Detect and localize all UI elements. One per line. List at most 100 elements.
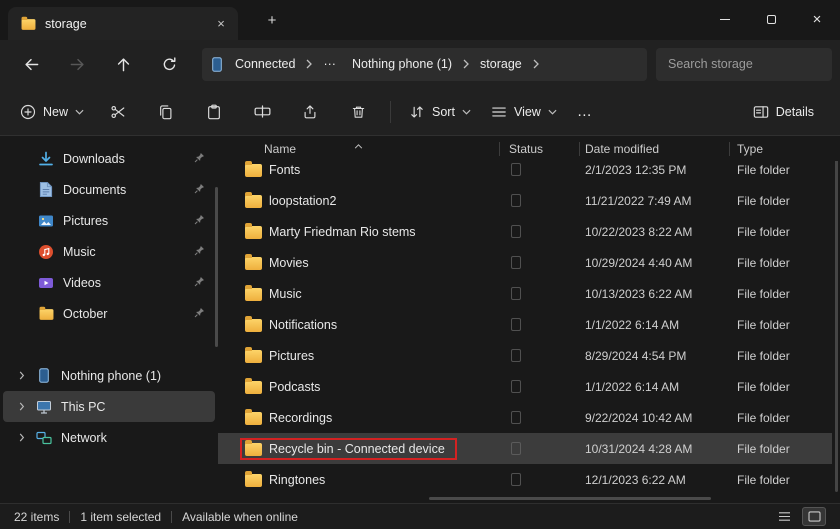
details-view-button[interactable] <box>772 507 796 526</box>
file-type: File folder <box>729 194 832 208</box>
maximize-button[interactable] <box>748 0 794 38</box>
up-button[interactable] <box>104 47 142 81</box>
sidebar-item-documents[interactable]: Documents <box>3 174 215 205</box>
selected-file-row[interactable]: Recycle bin - Connected device 10/31/202… <box>218 433 832 464</box>
more-options-button[interactable]: … <box>567 95 603 129</box>
copy-button[interactable] <box>144 95 188 129</box>
file-row[interactable]: Ringtones 12/1/2023 6:22 AM File folder <box>218 464 832 495</box>
folder-icon <box>245 474 262 487</box>
chevron-right-icon[interactable] <box>304 59 314 69</box>
file-status-cell <box>499 349 579 362</box>
file-row[interactable]: loopstation2 11/21/2022 7:49 AM File fol… <box>218 185 832 216</box>
pin-icon <box>194 307 205 321</box>
file-row[interactable]: Pictures 8/29/2024 4:54 PM File folder <box>218 340 832 371</box>
sidebar-item-this-pc[interactable]: This PC <box>3 391 215 422</box>
view-button[interactable]: View <box>481 97 567 127</box>
sort-arrows-icon <box>409 104 425 120</box>
paste-button[interactable] <box>192 95 236 129</box>
back-button[interactable] <box>12 47 50 81</box>
pin-icon <box>194 276 205 290</box>
column-divider[interactable] <box>499 142 500 156</box>
file-date: 1/1/2022 6:14 AM <box>579 380 729 394</box>
breadcrumb-item-nothing-phone[interactable]: Nothing phone (1) <box>345 52 459 76</box>
file-type: File folder <box>729 349 832 363</box>
horizontal-scrollbar[interactable] <box>429 497 711 500</box>
sort-button[interactable]: Sort <box>399 97 481 127</box>
titlebar: storage × + × <box>0 0 840 40</box>
file-row[interactable]: Marty Friedman Rio stems 10/22/2023 8:22… <box>218 216 832 247</box>
file-type: File folder <box>729 380 832 394</box>
sidebar-item-october[interactable]: October <box>3 298 215 329</box>
sidebar-item-downloads[interactable]: Downloads <box>3 143 215 174</box>
column-header-date-modified[interactable]: Date modified <box>579 142 729 156</box>
sidebar-item-label: Network <box>61 431 107 445</box>
sidebar-item-videos[interactable]: Videos <box>3 267 215 298</box>
refresh-button[interactable] <box>150 47 188 81</box>
file-type: File folder <box>729 442 832 456</box>
delete-button[interactable] <box>336 95 380 129</box>
view-toggles <box>772 507 826 526</box>
vertical-scrollbar[interactable] <box>835 140 838 492</box>
tab-storage[interactable]: storage × <box>8 7 238 40</box>
file-date: 10/31/2024 4:28 AM <box>579 442 729 456</box>
file-row[interactable]: Notifications 1/1/2022 6:14 AM File fold… <box>218 309 832 340</box>
file-name: Movies <box>269 256 309 270</box>
rename-button[interactable] <box>240 95 284 129</box>
file-row[interactable]: Podcasts 1/1/2022 6:14 AM File folder <box>218 371 832 402</box>
rename-icon <box>254 103 271 120</box>
large-icons-view-button[interactable] <box>802 507 826 526</box>
breadcrumb-item-storage[interactable]: storage <box>473 52 529 76</box>
sidebar-item-pictures[interactable]: Pictures <box>3 205 215 236</box>
file-status-cell <box>499 411 579 424</box>
status-icon <box>511 318 521 331</box>
sidebar-item-music[interactable]: Music <box>3 236 215 267</box>
chevron-right-icon[interactable] <box>531 59 541 69</box>
chevron-right-icon[interactable] <box>15 371 29 380</box>
column-divider[interactable] <box>579 142 580 156</box>
sidebar-item-nothing-phone[interactable]: Nothing phone (1) <box>3 360 215 391</box>
chevron-right-icon[interactable] <box>15 402 29 411</box>
share-button[interactable] <box>288 95 332 129</box>
close-button[interactable]: × <box>794 0 840 38</box>
folder-icon <box>22 19 36 30</box>
folder-icon <box>245 164 262 177</box>
up-icon <box>115 56 132 73</box>
sidebar-item-label: This PC <box>61 400 105 414</box>
column-divider[interactable] <box>729 142 730 156</box>
minimize-button[interactable] <box>702 0 748 38</box>
details-pane-button[interactable]: Details <box>743 97 824 127</box>
network-icon <box>35 430 53 446</box>
column-header-status[interactable]: Status <box>499 142 579 156</box>
chevron-right-icon[interactable] <box>461 59 471 69</box>
file-row[interactable]: Music 10/13/2023 6:22 AM File folder <box>218 278 832 309</box>
back-icon <box>23 56 40 73</box>
file-date: 10/13/2023 6:22 AM <box>579 287 729 301</box>
file-type: File folder <box>729 287 832 301</box>
file-status-cell <box>499 473 579 486</box>
documents-icon <box>37 182 55 197</box>
forward-button[interactable] <box>58 47 96 81</box>
file-name-cell: loopstation2 <box>218 190 499 212</box>
column-header-type[interactable]: Type <box>729 142 840 156</box>
chevron-right-icon[interactable] <box>15 433 29 442</box>
breadcrumb-overflow-button[interactable]: ··· <box>316 52 343 76</box>
sidebar-item-network[interactable]: Network <box>3 422 215 453</box>
cut-button[interactable] <box>96 95 140 129</box>
search-input[interactable]: Search storage <box>656 48 832 81</box>
file-date: 9/22/2024 10:42 AM <box>579 411 729 425</box>
sidebar-item-label: Nothing phone (1) <box>61 369 161 383</box>
selection-count: 1 item selected <box>80 510 161 524</box>
file-row[interactable]: Recordings 9/22/2024 10:42 AM File folde… <box>218 402 832 433</box>
file-row[interactable]: Movies 10/29/2024 4:40 AM File folder <box>218 247 832 278</box>
annotation-red-box: Recycle bin - Connected device <box>240 438 457 460</box>
breadcrumb-item-connected[interactable]: Connected <box>228 52 302 76</box>
file-name-cell: Pictures <box>218 345 499 367</box>
folder-icon <box>37 307 55 321</box>
breadcrumb: Connected ··· Nothing phone (1) storage <box>202 48 647 81</box>
folder-icon <box>245 288 262 301</box>
file-name-cell: Ringtones <box>218 469 499 491</box>
file-status-cell <box>499 225 579 238</box>
tab-close-icon[interactable]: × <box>212 15 230 33</box>
new-button[interactable]: New <box>10 97 94 127</box>
new-tab-button[interactable]: + <box>262 10 282 30</box>
